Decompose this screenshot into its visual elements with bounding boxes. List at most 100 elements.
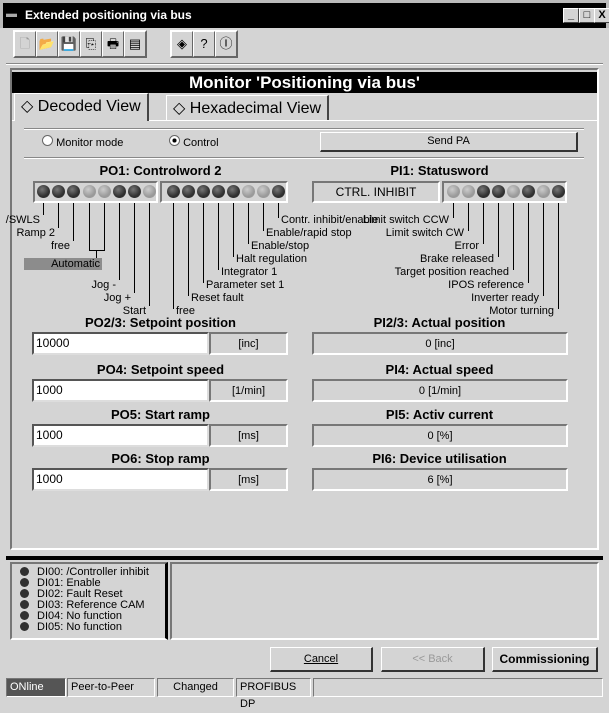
print-icon[interactable]: 🖶: [102, 31, 124, 57]
output-unit: [inc]: [209, 332, 288, 355]
po1-bit-led: [242, 185, 255, 198]
pi1-bit-label: IPOS reference: [448, 279, 524, 291]
po1-bit-led: [113, 185, 126, 198]
po1-bit-label: Enable/stop: [251, 240, 310, 252]
control-radio[interactable]: Control: [169, 135, 219, 149]
output-unit: [1/min]: [209, 379, 288, 402]
about-icon[interactable]: Ⓘ: [215, 31, 237, 57]
status-empty: [313, 678, 603, 697]
input-title: PI5: Activ current: [385, 407, 494, 422]
po1-title: PO1: Controlword 2: [99, 163, 222, 178]
output-value-input[interactable]: 1000: [32, 424, 209, 447]
pi1-bit-led: [477, 185, 490, 198]
di-led-icon: [20, 578, 29, 587]
status-bus: PROFIBUS DP: [236, 678, 311, 710]
input-title: PI2/3: Actual position: [373, 315, 506, 330]
po1-bit-label: Integrator 1: [221, 266, 278, 278]
po1-bit-label: /SWLS: [5, 214, 40, 226]
minimize-button[interactable]: _: [563, 8, 579, 23]
input-title: PI4: Actual speed: [385, 362, 494, 377]
pi1-bit-led: [522, 185, 535, 198]
pi1-bit-led: [552, 185, 565, 198]
output-value-input[interactable]: 1000: [32, 379, 209, 402]
digital-inputs-panel: DI00: /Controller inhibit DI01: Enable DI0…: [10, 562, 168, 640]
pi1-bit-led: [492, 185, 505, 198]
tab-decoded-view[interactable]: ◇ Decoded View: [14, 93, 149, 121]
cancel-button[interactable]: Cancel: [270, 647, 373, 672]
output-title: PO5: Start ramp: [111, 407, 210, 422]
info-sound-icon[interactable]: ◈: [171, 31, 193, 57]
po1-bit-label: Enable/rapid stop: [266, 227, 352, 239]
pi1-bit-led: [537, 185, 550, 198]
radio-circle-selected: [169, 135, 180, 146]
status-online: ONline: [6, 678, 66, 697]
save-icon[interactable]: 💾: [58, 31, 80, 57]
di-led-icon: [20, 589, 29, 598]
po1-bit-led: [143, 185, 156, 198]
po1-bit-led: [257, 185, 270, 198]
pi1-bit-label: Limit switch CW: [385, 227, 464, 239]
output-value-input[interactable]: 10000: [32, 332, 209, 355]
po1-bit-label: Ramp 2: [16, 227, 55, 239]
po1-bit-label: Halt regulation: [236, 253, 307, 265]
pi1-bit-label: Inverter ready: [471, 292, 539, 304]
new-icon[interactable]: 🗋: [14, 31, 36, 57]
pi1-title: PI1: Statusword: [390, 163, 489, 178]
pi1-bit-led: [507, 185, 520, 198]
pi1-bit-led: [447, 185, 460, 198]
tab-number-icon: ◇: [21, 98, 34, 115]
po1-bit-led: [197, 185, 210, 198]
status-changed: Changed: [157, 678, 234, 697]
po1-bit-led: [67, 185, 80, 198]
input-value: 0 [inc]: [312, 332, 568, 355]
di-led-icon: [20, 611, 29, 620]
output-unit: [ms]: [209, 468, 288, 491]
pi1-bit-label: Limit switch CCW: [362, 214, 449, 226]
po1-bit-led: [272, 185, 285, 198]
back-button[interactable]: << Back: [381, 647, 485, 672]
output-title: PO2/3: Setpoint position: [85, 315, 236, 330]
automatic-label: Automatic: [51, 258, 100, 270]
open-icon[interactable]: 📂: [36, 31, 58, 57]
po1-bit-label: Jog +: [103, 292, 131, 304]
monitor-mode-radio[interactable]: Monitor mode: [42, 135, 123, 149]
app-icon: ▬: [6, 8, 17, 20]
pi1-bit-label: Error: [454, 240, 479, 252]
output-unit: [ms]: [209, 424, 288, 447]
send-pa-button[interactable]: Send PA: [320, 132, 578, 152]
po1-bit-led: [167, 185, 180, 198]
di-led-icon: [20, 567, 29, 576]
divider: [6, 556, 603, 560]
copy-icon[interactable]: ⎘: [80, 31, 102, 57]
commissioning-button[interactable]: Commissioning: [492, 647, 598, 672]
output-title: PO6: Stop ramp: [111, 451, 210, 466]
window-title: Extended positioning via bus: [25, 8, 192, 22]
pi1-state: CTRL. INHIBIT: [312, 181, 440, 203]
po1-bit-label: free: [51, 240, 70, 252]
po1-bit-led: [212, 185, 225, 198]
compare-icon[interactable]: ▤: [124, 31, 146, 57]
po1-bit-led: [182, 185, 195, 198]
divider: [24, 128, 584, 130]
close-button[interactable]: X: [594, 8, 609, 23]
pi1-bit-label: Target position reached: [394, 266, 509, 278]
po1-bit-led: [52, 185, 65, 198]
file-toolbar: 🗋 📂 💾 ⎘ 🖶 ▤: [13, 30, 147, 58]
po1-bit-led: [227, 185, 240, 198]
maximize-button[interactable]: □: [579, 8, 595, 23]
di-led-icon: [20, 622, 29, 631]
di-led-icon: [20, 600, 29, 609]
output-value-input[interactable]: 1000: [32, 468, 209, 491]
output-title: PO4: Setpoint speed: [96, 362, 225, 377]
pi1-bit-led: [462, 185, 475, 198]
po1-bit-led: [98, 185, 111, 198]
po1-bit-label: Reset fault: [191, 292, 244, 304]
po1-bit-led: [83, 185, 96, 198]
tab-number-icon: ◇: [173, 100, 186, 117]
input-value: 0 [%]: [312, 424, 568, 447]
divider: [6, 63, 603, 65]
input-value: 6 [%]: [312, 468, 568, 491]
help-icon[interactable]: ?: [193, 31, 215, 57]
po1-bit-label: Jog -: [91, 279, 116, 291]
tab-hexadecimal-view[interactable]: ◇ Hexadecimal View: [166, 95, 330, 120]
